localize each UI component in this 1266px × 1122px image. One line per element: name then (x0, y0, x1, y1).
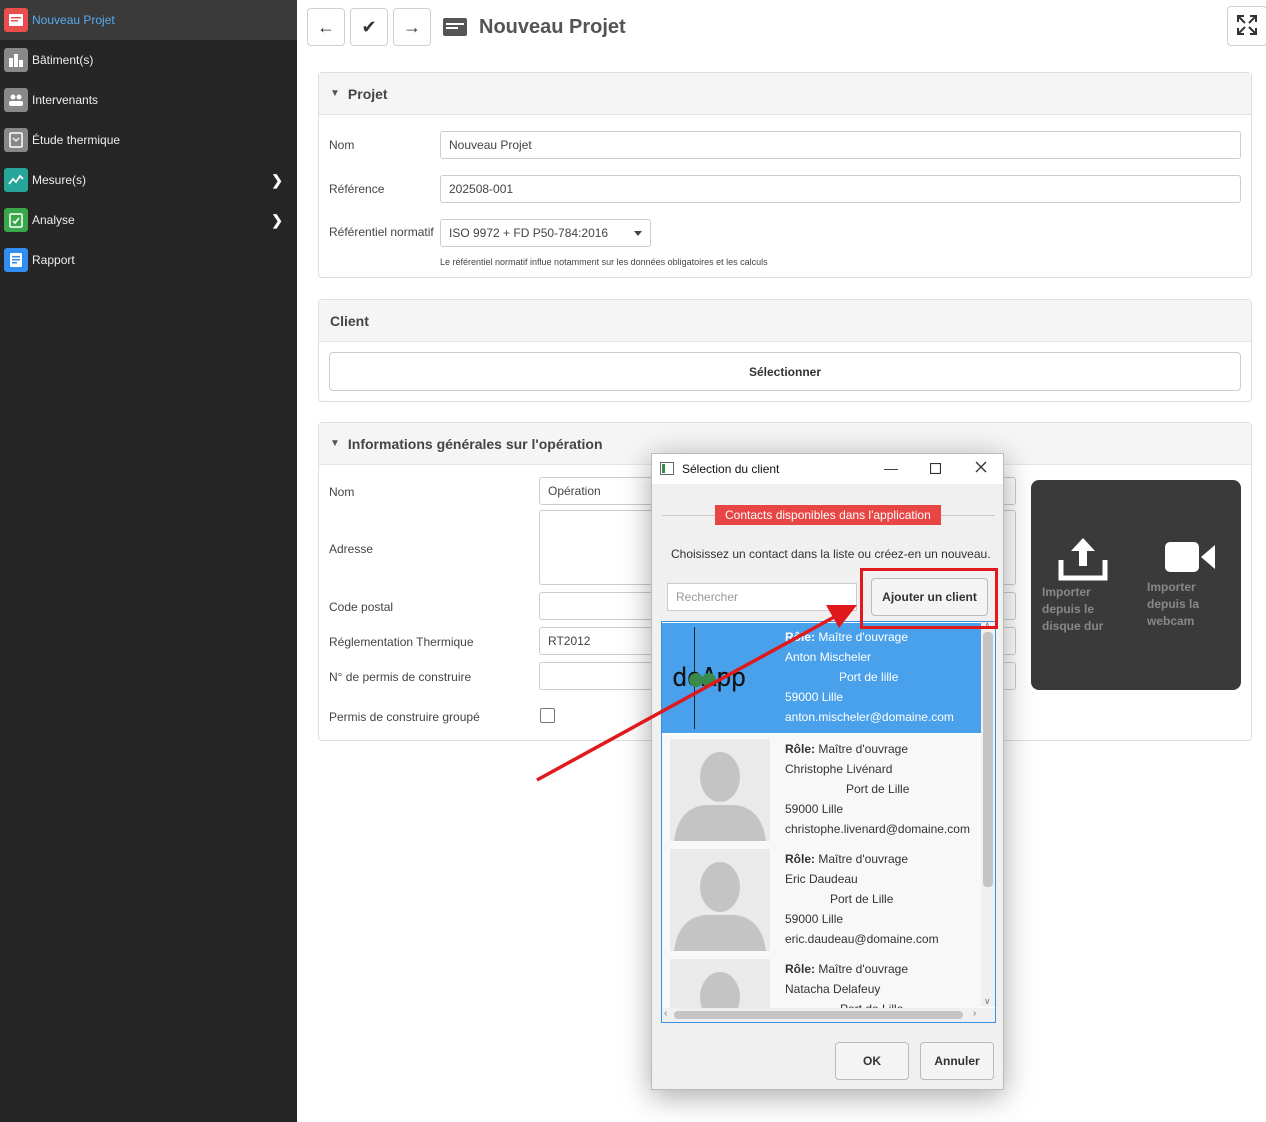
annotation-arrow-icon (536, 605, 857, 782)
